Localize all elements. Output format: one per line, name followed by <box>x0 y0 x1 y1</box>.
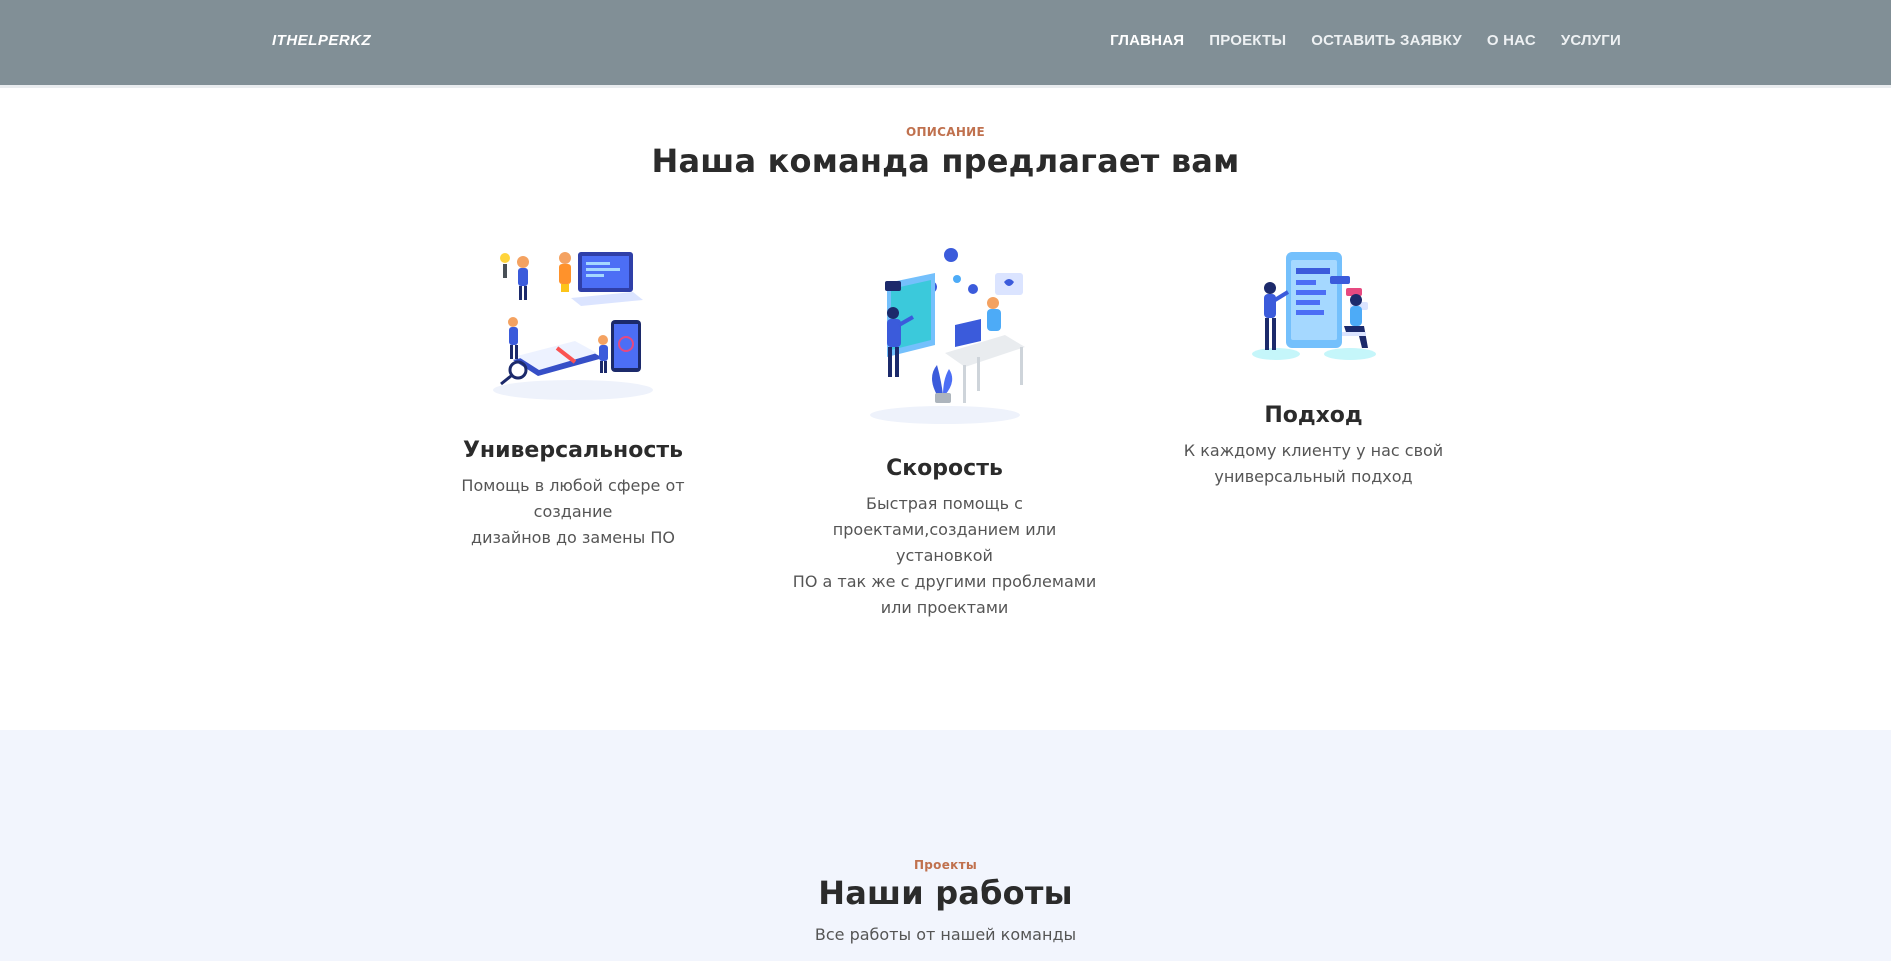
feature-description-line: проектами,созданием или установкой <box>832 520 1057 565</box>
main-nav: ГЛАВНАЯ ПРОЕКТЫ ОСТАВИТЬ ЗАЯВКУ О НАС УС… <box>1110 32 1621 49</box>
about-eyebrow: ОПИСАНИЕ <box>905 125 986 139</box>
feature-description: К каждому клиенту у нас свой универсальн… <box>1160 438 1467 490</box>
nav-item-request[interactable]: ОСТАВИТЬ ЗАЯВКУ <box>1311 32 1462 49</box>
feature-title: Универсальность <box>462 438 684 463</box>
projects-title: Наши работы <box>818 874 1073 912</box>
illustration-universality <box>493 252 653 400</box>
feature-description: Быстрая помощь с проектами,созданием или… <box>787 491 1102 621</box>
feature-description-line: Быстрая помощь с <box>866 494 1023 513</box>
feature-description-line: дизайнов до замены ПО <box>471 528 675 547</box>
illustration-approach <box>1252 252 1376 360</box>
feature-description: Помощь в любой сфере от создание дизайно… <box>420 473 726 551</box>
projects-eyebrow: Проекты <box>913 858 978 872</box>
site-logo[interactable]: ITHELPERKZ <box>272 32 371 49</box>
feature-description-line: или проектами <box>880 598 1009 617</box>
illustration-speed <box>869 248 1025 424</box>
feature-description-line: ПО а так же с другими проблемами <box>792 572 1097 591</box>
nav-item-home[interactable]: ГЛАВНАЯ <box>1110 32 1184 49</box>
nav-item-projects[interactable]: ПРОЕКТЫ <box>1209 32 1286 49</box>
feature-card-approach: Подход К каждому клиенту у нас свой унив… <box>1160 248 1467 490</box>
about-title: Наша команда предлагает вам <box>651 142 1240 180</box>
feature-description-line: универсальный подход <box>1214 467 1413 486</box>
feature-description-line: К каждому клиенту у нас свой <box>1183 441 1444 460</box>
site-header: ITHELPERKZ ГЛАВНАЯ ПРОЕКТЫ ОСТАВИТЬ ЗАЯВ… <box>0 0 1891 85</box>
feature-card-speed: Скорость Быстрая помощь с проектами,созд… <box>787 245 1102 621</box>
feature-title: Скорость <box>886 456 1003 481</box>
feature-description-line: Помощь в любой сфере от создание <box>461 476 685 521</box>
nav-item-services[interactable]: УСЛУГИ <box>1561 32 1621 49</box>
projects-section: Проекты Наши работы Все работы от нашей … <box>0 730 1891 961</box>
header-divider <box>0 85 1891 88</box>
feature-card-universality: Универсальность Помощь в любой сфере от … <box>420 240 726 551</box>
projects-subtitle: Все работы от нашей команды <box>814 925 1077 944</box>
feature-title: Подход <box>1264 403 1363 428</box>
nav-item-about[interactable]: О НАС <box>1487 32 1536 49</box>
